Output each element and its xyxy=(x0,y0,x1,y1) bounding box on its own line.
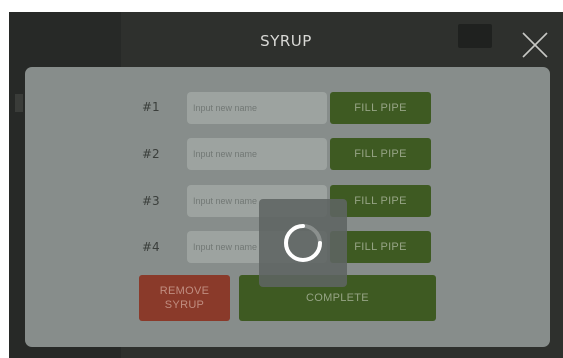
row-label-3: #3 xyxy=(142,194,160,208)
app-screen: SYRUP #1 FILL PIPE #2 FILL PIPE #3 FILL … xyxy=(9,12,563,358)
remove-syrup-label-line2: SYRUP xyxy=(164,299,205,311)
row-label-1: #1 xyxy=(142,100,160,114)
loading-overlay xyxy=(259,199,347,287)
syrup-rename-dialog: #1 FILL PIPE #2 FILL PIPE #3 FILL PIPE #… xyxy=(25,67,550,347)
remove-syrup-label-line1: REMOVE xyxy=(159,285,210,297)
row-label-2: #2 xyxy=(142,147,160,161)
fill-pipe-button-2[interactable]: FILL PIPE xyxy=(330,138,431,170)
page-title: SYRUP xyxy=(260,32,312,50)
background-sidebar-indicator xyxy=(15,94,23,112)
close-icon[interactable] xyxy=(520,30,550,60)
remove-syrup-button[interactable]: REMOVE SYRUP xyxy=(139,275,230,321)
name-input-2[interactable] xyxy=(187,138,327,170)
spinner-icon xyxy=(284,224,322,262)
fill-pipe-button-1[interactable]: FILL PIPE xyxy=(330,92,431,124)
name-input-1[interactable] xyxy=(187,92,327,124)
row-label-4: #4 xyxy=(142,240,160,254)
